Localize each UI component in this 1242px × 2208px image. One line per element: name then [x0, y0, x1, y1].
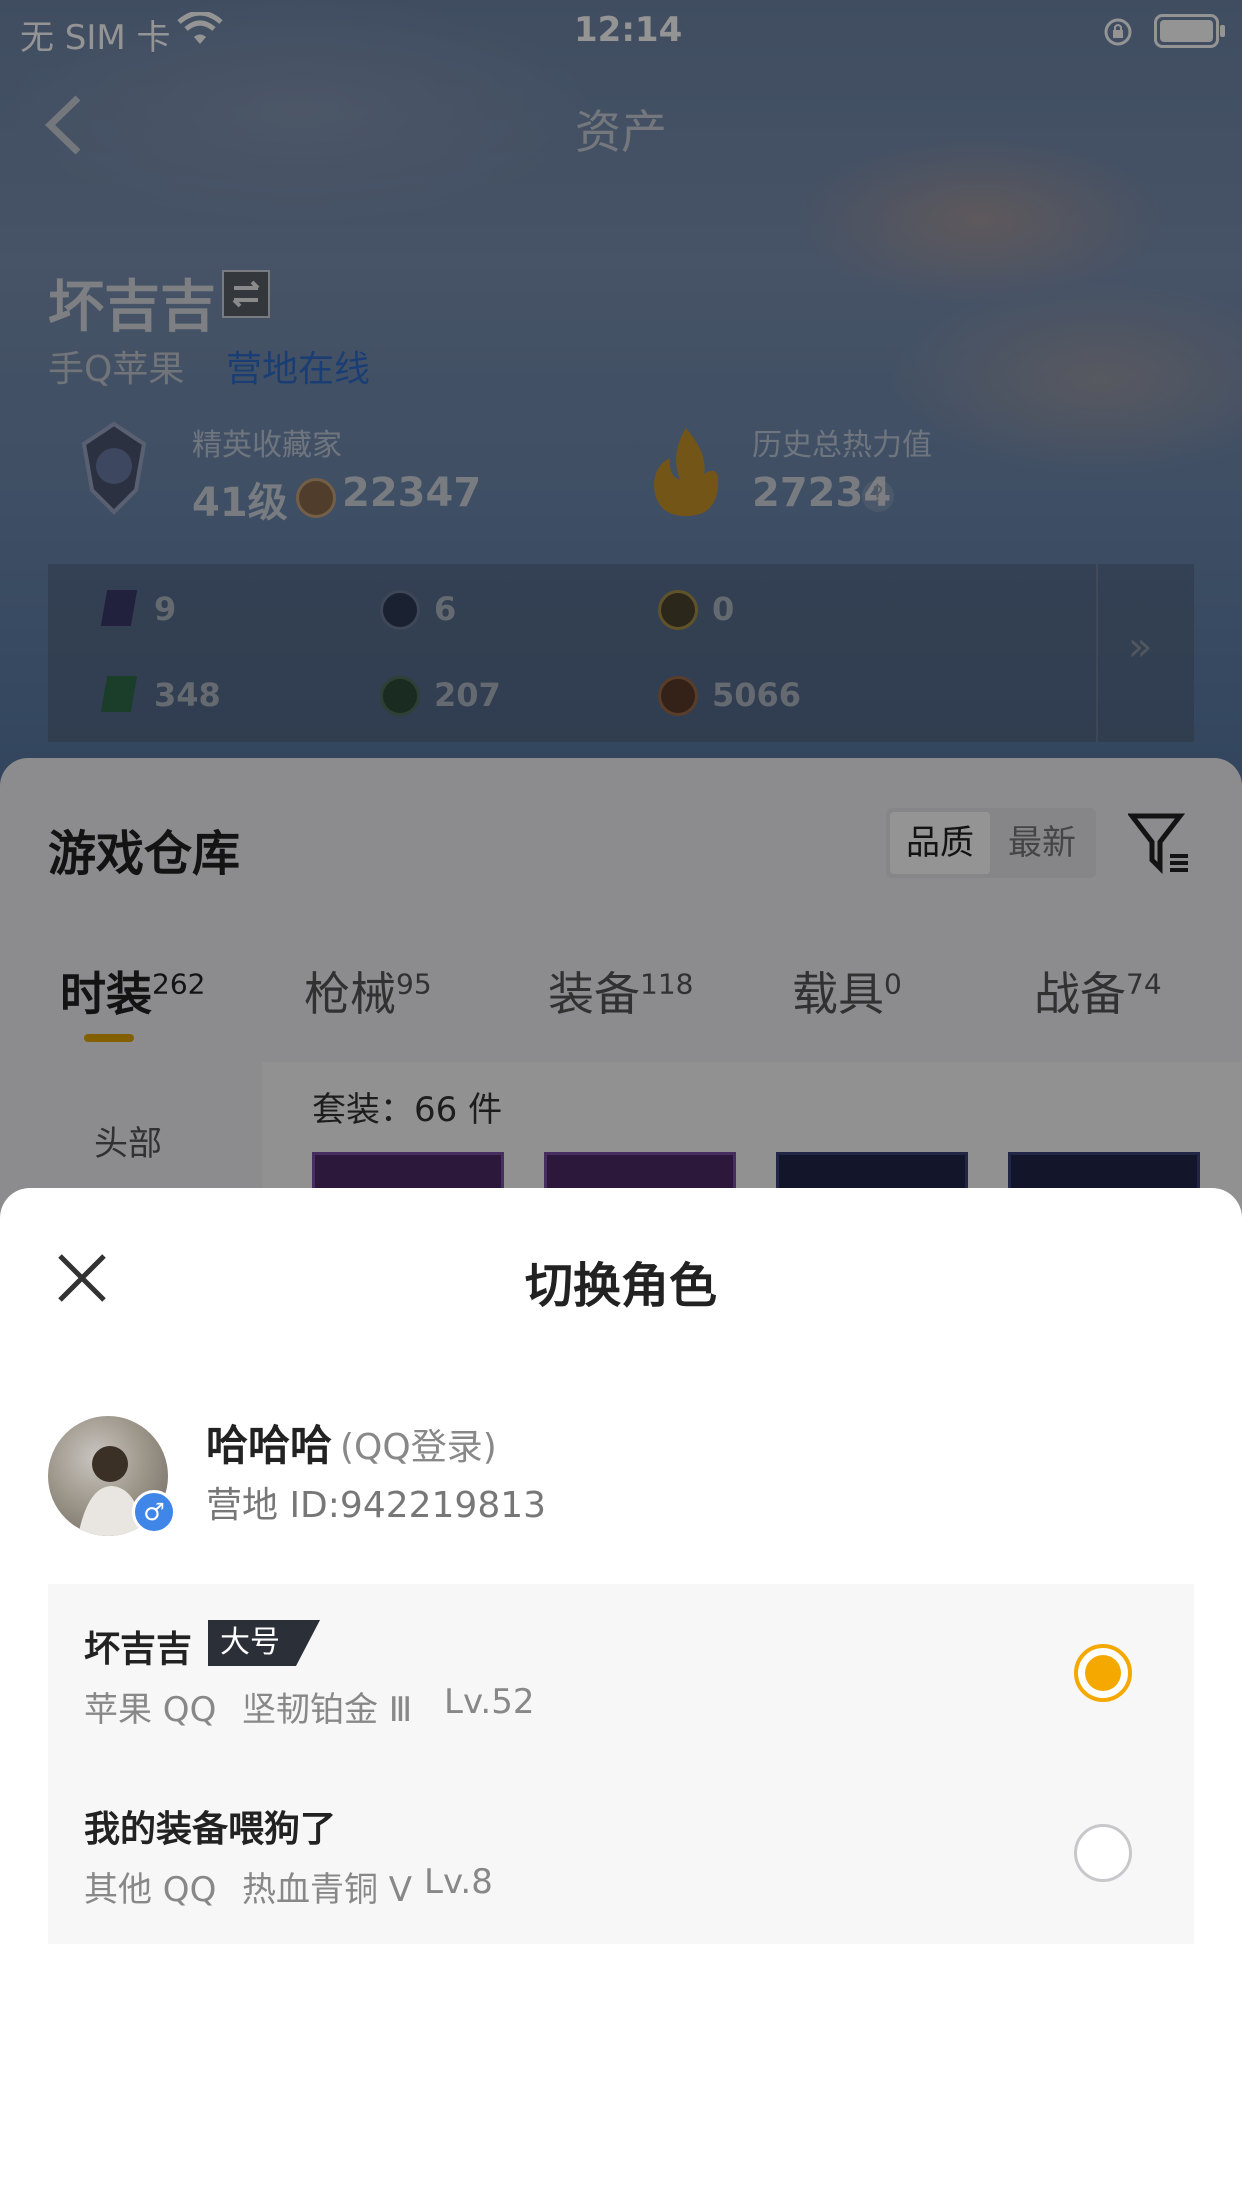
radio-selected[interactable]: [1074, 1644, 1132, 1702]
role-name: 我的装备喂狗了: [84, 1809, 337, 1850]
role-item-selected[interactable]: 坏吉吉 大号 苹果 QQ 坚韧铂金 Ⅲ Lv.52: [48, 1584, 1194, 1764]
role-platform: 其他 QQ: [84, 1870, 217, 1910]
gender-male-icon: ♂: [132, 1490, 176, 1534]
radio-unselected[interactable]: [1074, 1824, 1132, 1882]
login-type: (QQ登录): [340, 1427, 497, 1468]
role-item[interactable]: 我的装备喂狗了 其他 QQ 热血青铜 V Lv.8: [48, 1764, 1194, 1944]
role-platform: 苹果 QQ: [84, 1690, 217, 1730]
role-rank: 坚韧铂金 Ⅲ: [242, 1690, 413, 1730]
sheet-title: 切换角色: [524, 1258, 717, 1314]
camp-id: 营地 ID:942219813: [206, 1485, 547, 1526]
main-account-badge: 大号: [208, 1620, 320, 1666]
radio-dot: [1085, 1655, 1121, 1691]
switch-role-sheet: 切换角色 ♂ 哈哈哈 (QQ登录) 营地 ID:942219813 坏吉吉 大号…: [0, 1188, 1242, 2208]
role-level: Lv.52: [444, 1682, 535, 1722]
role-level: Lv.8: [424, 1862, 493, 1902]
role-rank: 热血青铜 V: [242, 1870, 413, 1910]
role-name: 坏吉吉: [84, 1629, 193, 1670]
user-name: 哈哈哈: [206, 1421, 333, 1470]
